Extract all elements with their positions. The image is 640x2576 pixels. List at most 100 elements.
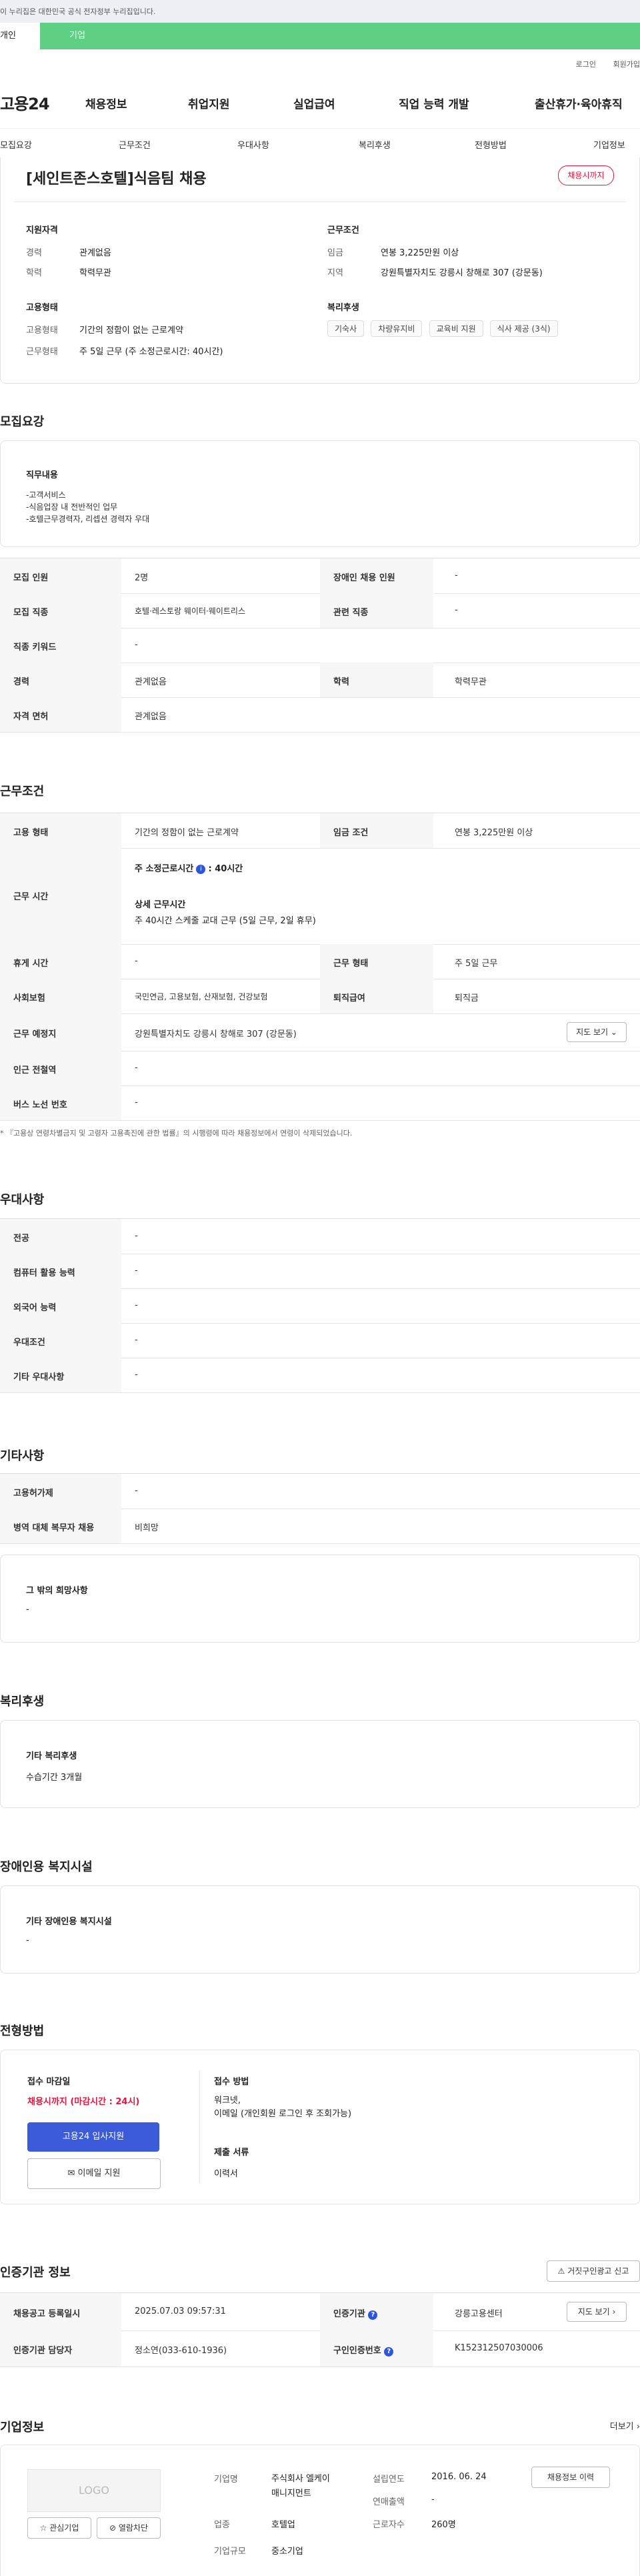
site-logo[interactable]: 고용24 — [0, 91, 50, 114]
emp-type-value: 기간의 정함이 없는 근로계약 — [79, 326, 183, 336]
section-title-facility: 장애인용 복지시설 — [0, 1860, 93, 1874]
company-logo: LOGO — [27, 2469, 161, 2512]
wage-label: 임금 — [327, 248, 343, 258]
facility-title: 기타 장애인용 복지시설 — [26, 1917, 112, 1927]
cell-value: 2025.07.03 09:57:31 — [135, 2306, 226, 2316]
join-link[interactable]: 회원가입 — [613, 60, 640, 69]
career-label: 경력 — [26, 248, 42, 258]
cell-key: 모집 인원 — [13, 573, 49, 583]
gnb-menu-jobs[interactable]: 채용정보 — [85, 95, 127, 111]
table-row: 휴게 시간 - 근무 형태 주 5일 근무 — [0, 944, 640, 979]
tab-company[interactable]: 기업 — [69, 23, 85, 49]
cert-key-label: 인증기관 — [333, 2309, 365, 2319]
login-link[interactable]: 로그인 — [576, 60, 596, 69]
agency-table: 채용공고 등록일시 2025.07.03 09:57:31 인증기관 ? 강릉고… — [0, 2292, 640, 2367]
map-view-button[interactable]: 지도 보기 ⌄ — [567, 1022, 627, 1042]
conditions-table: 고용 형태 기간의 정함이 없는 근로계약 임금 조건 연봉 3,225만원 이… — [0, 813, 640, 1130]
table-row: 외국어 능력 - — [0, 1288, 640, 1324]
section-title-agency: 인증기관 정보 — [0, 2266, 71, 2280]
tab-recruit[interactable]: 모집요강 — [0, 138, 32, 151]
cell-value: 연봉 3,225만원 이상 — [455, 828, 533, 838]
table-row: 병역 대체 복무자 채용 비희망 — [0, 1509, 640, 1544]
weekly-hours-label: 주 소정근로시간 — [135, 864, 194, 874]
method-card: 접수 마감일 채용시까지 (마감시간 : 24시) 고용24 입사지원 ✉ 이메… — [0, 2050, 640, 2204]
detail-hours-label: 상세 근무시간 — [135, 900, 186, 910]
career-value: 관계없음 — [79, 248, 111, 258]
info-icon[interactable]: ? — [384, 2347, 394, 2356]
star-icon: ☆ — [39, 2523, 47, 2533]
table-row: 근무 예정지 강원특별자치도 강릉시 창해로 307 (강문동) 지도 보기 ⌄ — [0, 1013, 640, 1051]
other-wish-card: 그 밖의 희망사항 - — [0, 1555, 640, 1643]
email-apply-button[interactable]: ✉ 이메일 지원 — [27, 2158, 161, 2189]
founded-key: 설립연도 — [373, 2475, 405, 2485]
company-more-link[interactable]: 더보기 › — [610, 2419, 640, 2432]
docs-title: 제출 서류 — [214, 2148, 249, 2158]
work-type-value: 주 5일 근무 (주 소정근로시간: 40시간) — [79, 347, 223, 357]
tab-benefits[interactable]: 복리후생 — [359, 138, 391, 151]
tab-preference[interactable]: 우대사항 — [237, 138, 269, 151]
welfare-chip: 기숙사 — [327, 320, 365, 337]
cell-key: 근무 형태 — [333, 959, 369, 969]
history-button[interactable]: 채용정보 이력 — [531, 2467, 610, 2488]
report-button[interactable]: ⚠ 거짓구인광고 신고 — [547, 2260, 640, 2282]
gnb-menu-unemployment[interactable]: 실업급여 — [293, 95, 335, 111]
cell-value: 비희망 — [135, 1523, 159, 1533]
tab-method[interactable]: 전형방법 — [475, 138, 507, 151]
table-row: 경력 관계없음 학력 학력무관 — [0, 663, 640, 698]
cell-key: 임금 조건 — [333, 828, 369, 838]
cell-value: - — [135, 1063, 138, 1073]
cell-key: 인증기관 담당자 — [13, 2346, 73, 2356]
auth-key-label: 구인인증번호 — [333, 2346, 381, 2356]
work-type-label: 근무형태 — [26, 347, 58, 357]
tab-personal[interactable]: 개인 — [0, 23, 40, 49]
table-row: 컴퓨터 활용 능력 - — [0, 1254, 640, 1289]
global-nav: 고용24 채용정보 취업지원 실업급여 직업 능력 개발 출산휴가·육아휴직 — [0, 88, 640, 115]
tab-conditions[interactable]: 근무조건 — [119, 138, 151, 151]
job-summary-card: [세인트존스호텔]식음팀 채용 채용시까지 지원자격 경력 관계없음 학력 학력… — [0, 157, 640, 384]
section-title-recruit: 모집요강 — [0, 415, 45, 429]
edu-label: 학력 — [26, 268, 42, 278]
table-row: 직종 키워드 - — [0, 628, 640, 663]
section-title-company: 기업정보 — [0, 2421, 45, 2435]
gnb-menu-employment-support[interactable]: 취업지원 — [188, 95, 230, 111]
region-label: 지역 — [327, 268, 343, 278]
info-icon[interactable]: i — [196, 864, 206, 874]
welfare-chip: 식사 제공 (3식) — [489, 320, 558, 337]
size-key: 기업규모 — [214, 2547, 246, 2557]
duty-line: -고객서비스 — [26, 490, 66, 500]
emp-title: 고용형태 — [26, 303, 58, 313]
favorite-company-button[interactable]: ☆ 관심기업 — [27, 2517, 91, 2539]
info-icon[interactable]: ? — [368, 2310, 378, 2320]
tab-company-info[interactable]: 기업정보 — [593, 138, 625, 151]
cell-key: 구인인증번호 ? — [333, 2343, 394, 2356]
apply-button[interactable]: 고용24 입사지원 — [27, 2122, 159, 2152]
cell-value: 강원특별자치도 강릉시 창해로 307 (강문동) — [135, 1029, 297, 1039]
cell-value: - — [455, 605, 458, 615]
preference-table: 전공 - 컴퓨터 활용 능력 - 외국어 능력 - 우대조건 - 기타 우대사항… — [0, 1218, 640, 1393]
company-name-line: 주식회사 엘케이 — [271, 2474, 330, 2484]
welfare-chip: 차량유지비 — [371, 320, 423, 337]
cell-key: 퇴직급여 — [333, 993, 365, 1003]
gnb-menu-parental-leave[interactable]: 출산휴가·육아휴직 — [535, 95, 623, 111]
region-value: 강원특별자치도 강릉시 창해로 307 (강문동) — [381, 268, 543, 278]
cell-key: 고용 형태 — [13, 828, 49, 838]
gnb-menu-training[interactable]: 직업 능력 개발 — [399, 95, 469, 111]
cell-key: 기타 우대사항 — [13, 1372, 65, 1382]
table-row: 모집 인원 2명 장애인 채용 인원 - — [0, 558, 640, 594]
table-row: 우대조건 - — [0, 1323, 640, 1358]
work-title: 근무조건 — [327, 226, 359, 236]
other-table: 고용허가제 - 병역 대체 복무자 채용 비희망 — [0, 1473, 640, 1544]
cell-key: 컴퓨터 활용 능력 — [13, 1268, 75, 1278]
cell-key: 근무 시간 — [13, 892, 49, 902]
chevron-right-icon: › — [636, 2422, 640, 2432]
industry-value: 호텔업 — [271, 2520, 295, 2530]
weekly-hours: 주 소정근로시간 i : 40시간 — [135, 861, 243, 874]
welfare-title: 복리후생 — [327, 303, 359, 313]
cell-value: - — [135, 1266, 138, 1276]
agency-map-button[interactable]: 지도 보기 › — [567, 2302, 627, 2322]
section-title-method: 전형방법 — [0, 2024, 45, 2038]
welfare-chip: 교육비 지원 — [429, 320, 483, 337]
cell-key: 모집 직종 — [13, 608, 49, 618]
block-view-button[interactable]: ⊘ 열람차단 — [97, 2517, 161, 2539]
company-card: LOGO ☆ 관심기업 ⊘ 열람차단 기업명 주식회사 엘케이 매니지먼트 업종… — [0, 2445, 640, 2576]
